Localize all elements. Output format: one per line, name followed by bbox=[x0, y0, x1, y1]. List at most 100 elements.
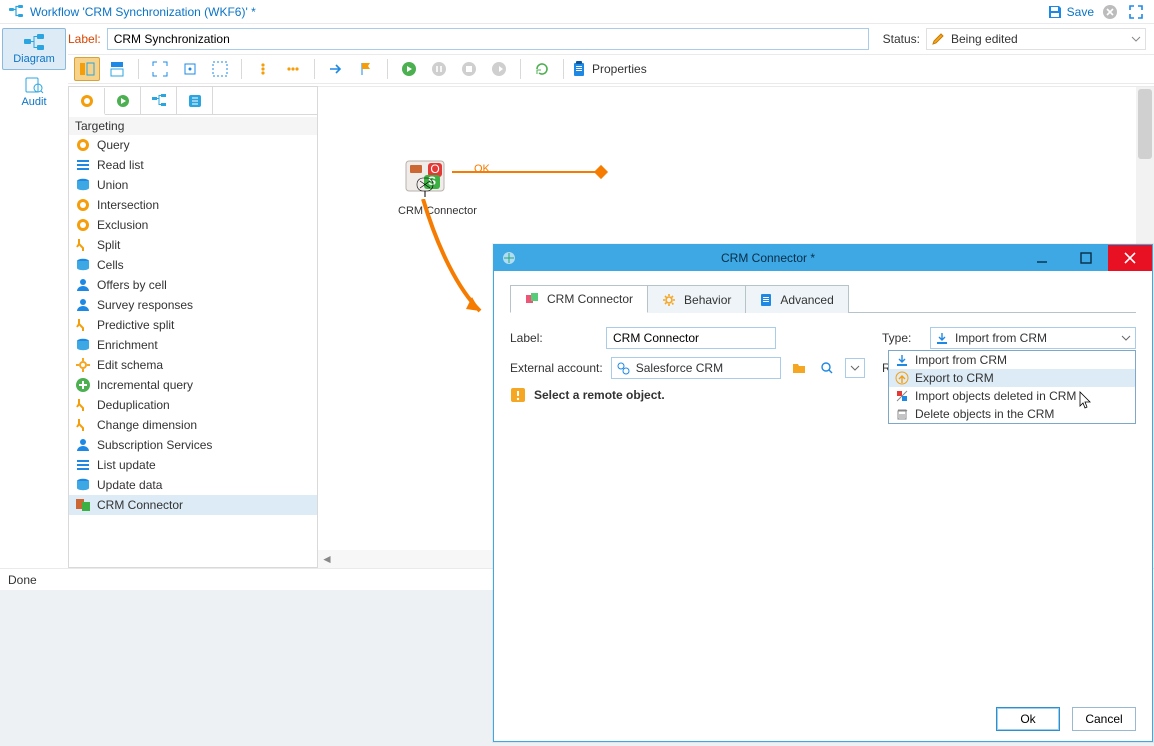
status-select[interactable]: Being edited bbox=[926, 28, 1146, 50]
dialog-title-bar[interactable]: CRM Connector * bbox=[494, 245, 1152, 271]
palette-item[interactable]: Offers by cell bbox=[69, 275, 317, 295]
dropdown-button[interactable] bbox=[845, 358, 865, 378]
tab-behavior[interactable]: Behavior bbox=[647, 285, 746, 313]
option-label: Import from CRM bbox=[915, 353, 1007, 367]
tool-zoom-fit[interactable] bbox=[147, 57, 173, 81]
palette-item-label: Deduplication bbox=[97, 398, 170, 412]
palette-item-label: Union bbox=[97, 178, 128, 192]
palette-item[interactable]: List update bbox=[69, 455, 317, 475]
palette-item[interactable]: Incremental query bbox=[69, 375, 317, 395]
tool-flag[interactable] bbox=[353, 57, 379, 81]
palette-item-label: Cells bbox=[97, 258, 124, 272]
palette-item[interactable]: Change dimension bbox=[69, 415, 317, 435]
connector-label-input[interactable] bbox=[606, 327, 776, 349]
tool-pause[interactable] bbox=[426, 57, 452, 81]
palette-item[interactable]: CRM Connector bbox=[69, 495, 317, 515]
tool-dots-v[interactable] bbox=[250, 57, 276, 81]
external-account-value: Salesforce CRM bbox=[636, 361, 723, 375]
external-account-field[interactable]: Salesforce CRM bbox=[611, 357, 781, 379]
chevron-down-icon bbox=[1130, 33, 1142, 48]
type-option[interactable]: Import objects deleted in CRM bbox=[889, 387, 1135, 405]
fullscreen-button[interactable] bbox=[1126, 2, 1146, 22]
activity-icon bbox=[75, 377, 91, 393]
tab-advanced[interactable]: Advanced bbox=[745, 285, 848, 313]
tool-arrow-right[interactable] bbox=[323, 57, 349, 81]
type-option[interactable]: Import from CRM bbox=[889, 351, 1135, 369]
cancel-label: Cancel bbox=[1085, 712, 1122, 726]
ok-button[interactable]: Ok bbox=[996, 707, 1060, 731]
tool-step[interactable] bbox=[486, 57, 512, 81]
palette-tab-data[interactable] bbox=[177, 87, 213, 114]
window-maximize-button[interactable] bbox=[1064, 245, 1108, 271]
type-option[interactable]: Delete objects in the CRM bbox=[889, 405, 1135, 423]
tool-play[interactable] bbox=[396, 57, 422, 81]
palette-item[interactable]: Subscription Services bbox=[69, 435, 317, 455]
chevron-down-icon bbox=[1120, 332, 1132, 347]
properties-button[interactable]: Properties bbox=[572, 61, 647, 77]
save-button[interactable]: Save bbox=[1047, 4, 1094, 20]
window-minimize-button[interactable] bbox=[1020, 245, 1064, 271]
option-label: Delete objects in the CRM bbox=[915, 407, 1054, 421]
type-select[interactable]: Import from CRM bbox=[930, 327, 1136, 349]
option-icon bbox=[895, 371, 909, 385]
palette-list[interactable]: Targeting QueryRead list Union Intersectio… bbox=[69, 115, 317, 567]
tool-zoom-sel[interactable] bbox=[207, 57, 233, 81]
option-label: Export to CRM bbox=[915, 371, 994, 385]
palette-item[interactable]: Survey responses bbox=[69, 295, 317, 315]
option-label: Import objects deleted in CRM bbox=[915, 389, 1076, 403]
app-icon bbox=[502, 251, 516, 265]
activity-icon bbox=[75, 137, 91, 153]
save-label: Save bbox=[1067, 5, 1094, 19]
search-button[interactable] bbox=[817, 358, 837, 378]
type-selected-value: Import from CRM bbox=[955, 331, 1047, 345]
palette-item[interactable]: Deduplication bbox=[69, 395, 317, 415]
palette-item-label: CRM Connector bbox=[97, 498, 183, 512]
palette-item[interactable]: Predictive split bbox=[69, 315, 317, 335]
window-close-button[interactable] bbox=[1108, 245, 1152, 271]
palette-item[interactable]: Exclusion bbox=[69, 215, 317, 235]
palette-item[interactable]: Enrichment bbox=[69, 335, 317, 355]
clipboard-icon bbox=[572, 61, 586, 77]
palette-item[interactable]: Edit schema bbox=[69, 355, 317, 375]
scroll-left-icon[interactable]: ◄ bbox=[318, 550, 336, 568]
tab-label: Advanced bbox=[780, 293, 833, 307]
properties-label: Properties bbox=[592, 62, 647, 76]
tab-crm-connector[interactable]: CRM Connector bbox=[510, 285, 648, 313]
window-title-bar: Workflow 'CRM Synchronization (WKF6)' * … bbox=[0, 0, 1154, 24]
palette-item[interactable]: Update data bbox=[69, 475, 317, 495]
close-doc-button[interactable] bbox=[1100, 2, 1120, 22]
option-icon bbox=[895, 353, 909, 367]
transition-label: OK bbox=[474, 163, 490, 175]
tool-layout-h[interactable] bbox=[74, 57, 100, 81]
palette-tab-flow[interactable] bbox=[141, 87, 177, 114]
clipboard-icon bbox=[760, 293, 772, 307]
external-account-label: External account: bbox=[510, 361, 603, 375]
workflow-label-input[interactable] bbox=[107, 28, 869, 50]
palette-item[interactable]: Split bbox=[69, 235, 317, 255]
palette-group-label: Targeting bbox=[69, 117, 317, 135]
palette-item[interactable]: Intersection bbox=[69, 195, 317, 215]
palette-item[interactable]: Cells bbox=[69, 255, 317, 275]
palette-item[interactable]: Union bbox=[69, 175, 317, 195]
tool-zoom-out2[interactable] bbox=[177, 57, 203, 81]
palette-item[interactable]: Query bbox=[69, 135, 317, 155]
palette-tab-targeting[interactable] bbox=[69, 88, 105, 115]
palette-item[interactable]: Read list bbox=[69, 155, 317, 175]
cancel-button[interactable]: Cancel bbox=[1072, 707, 1136, 731]
window-title: Workflow 'CRM Synchronization (WKF6)' * bbox=[30, 5, 256, 19]
activity-icon bbox=[75, 457, 91, 473]
crm-connector-dialog: CRM Connector * CRM Connector Behavior A… bbox=[493, 244, 1153, 742]
palette-tab-exec[interactable] bbox=[105, 87, 141, 114]
rail-audit[interactable]: Audit bbox=[2, 72, 66, 112]
palette-item-label: Incremental query bbox=[97, 378, 193, 392]
canvas-node-crm-connector[interactable]: O S OK CRM Connector bbox=[398, 157, 477, 217]
tool-refresh[interactable] bbox=[529, 57, 555, 81]
tool-layout-v[interactable] bbox=[104, 57, 130, 81]
tool-stop[interactable] bbox=[456, 57, 482, 81]
palette-item-label: Enrichment bbox=[97, 338, 158, 352]
folder-button[interactable] bbox=[789, 358, 809, 378]
tool-dots-h[interactable] bbox=[280, 57, 306, 81]
type-option[interactable]: Export to CRM bbox=[889, 369, 1135, 387]
option-icon bbox=[895, 389, 909, 403]
activity-icon bbox=[75, 217, 91, 233]
